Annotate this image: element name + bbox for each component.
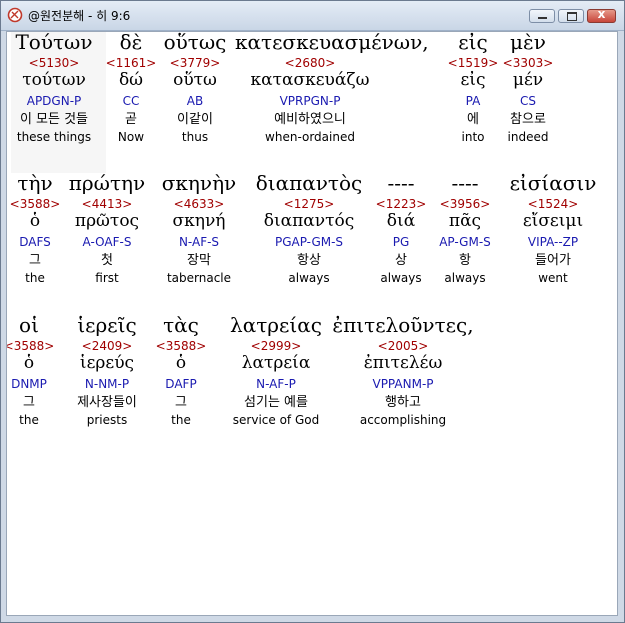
window-title: @원전분해 - 히 9:6 [28,9,131,23]
english-gloss: indeed [507,130,549,144]
app-window: @원전분해 - 히 9:6 x Τούτων <5130> τούτων APDGN-… [0,0,625,623]
parsing-code: VPPANM-P [372,377,434,391]
lemma: ἐπιτελέω [363,353,443,373]
lemma: εἴσειμι [522,211,584,231]
korean-gloss: 참으로 [510,112,546,127]
word-block[interactable]: κατεσκευασμένων, <2680> κατασκευάζω VPRPGN-… [235,31,429,147]
close-button[interactable]: x [587,7,616,23]
parsing-code: VPRPGN-P [279,94,341,108]
greek-word: κατεσκευασμένων, [235,31,429,54]
parsing-code: VIPA--ZP [527,235,579,249]
korean-gloss: 예비하였으니 [274,112,346,127]
title-bar[interactable]: @원전분해 - 히 9:6 x [1,1,624,31]
close-icon: x [597,7,606,21]
interlinear-panel: Τούτων <5130> τούτων APDGN-P 이 모든 것들 these th… [6,31,618,616]
minimize-button[interactable] [529,9,555,23]
word-block[interactable]: εἰσίασιν <1524> εἴσειμι VIPA--ZP 들어가 went [478,171,617,288]
korean-gloss: 들어가 [535,253,571,268]
english-gloss: accomplishing [359,413,447,427]
lemma: μέν [512,70,544,90]
parsing-code: CS [520,94,536,108]
lemma: κατασκευάζω [250,70,370,90]
english-gloss: went [538,271,568,285]
greek-word: μὲν [510,31,546,54]
maximize-button[interactable] [558,9,584,23]
greek-word: εἰσίασιν [509,171,597,195]
english-gloss: when-ordained [265,130,355,144]
app-logo-icon [7,7,23,23]
word-block[interactable]: ἐπιτελοῦντες, <2005> ἐπιτελέω VPPANM-P 행하고 ac… [328,315,478,430]
greek-word: ἐπιτελοῦντες, [332,313,474,337]
korean-gloss: 행하고 [385,395,421,410]
word-block[interactable]: μὲν <3303> μέν CS 참으로 indeed [453,32,603,147]
